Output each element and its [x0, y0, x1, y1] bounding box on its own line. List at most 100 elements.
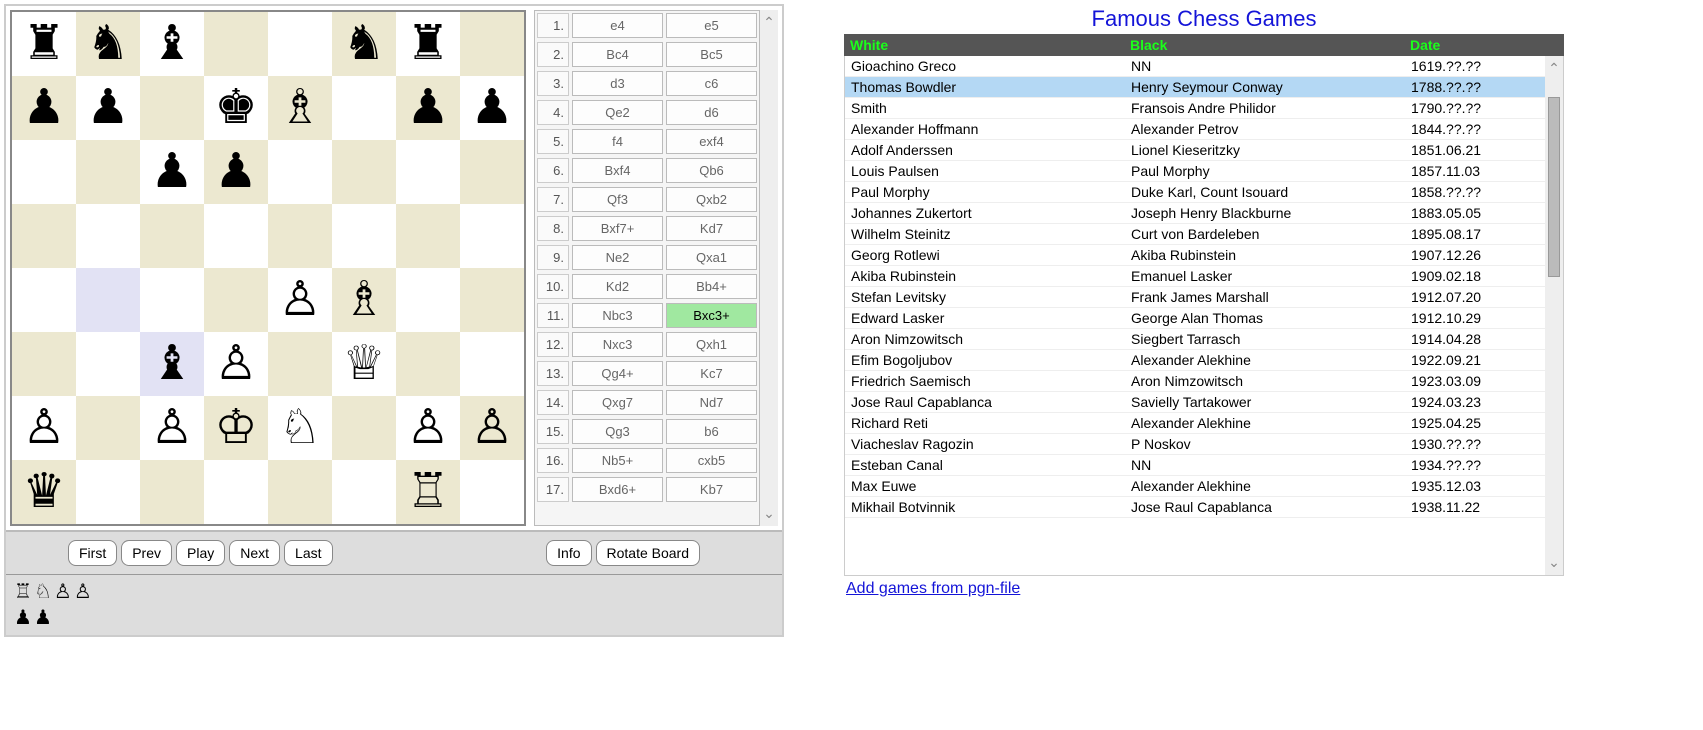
- square-0-6[interactable]: ♜: [396, 12, 460, 76]
- move-white[interactable]: e4: [572, 13, 663, 38]
- square-6-4[interactable]: ♘: [268, 396, 332, 460]
- scroll-down-icon[interactable]: ⌄: [1548, 554, 1560, 571]
- square-7-0[interactable]: ♛: [12, 460, 76, 524]
- square-4-4[interactable]: ♙: [268, 268, 332, 332]
- scroll-thumb[interactable]: [1548, 97, 1560, 277]
- square-3-0[interactable]: [12, 204, 76, 268]
- chess-board[interactable]: ♜♞♝♞♜♟♟♚♗♟♟♟♟♙♗♝♙♕♙♙♔♘♙♙♛♖: [10, 10, 526, 526]
- move-black[interactable]: Kc7: [666, 361, 757, 386]
- square-3-2[interactable]: [140, 204, 204, 268]
- move-black[interactable]: Kd7: [666, 216, 757, 241]
- game-row[interactable]: Akiba RubinsteinEmanuel Lasker1909.02.18: [845, 266, 1545, 287]
- square-7-1[interactable]: [76, 460, 140, 524]
- square-3-4[interactable]: [268, 204, 332, 268]
- square-1-4[interactable]: ♗: [268, 76, 332, 140]
- move-black[interactable]: Kb7: [666, 477, 757, 502]
- square-1-6[interactable]: ♟: [396, 76, 460, 140]
- game-row[interactable]: Esteban CanalNN1934.??.??: [845, 455, 1545, 476]
- square-4-2[interactable]: [140, 268, 204, 332]
- square-6-3[interactable]: ♔: [204, 396, 268, 460]
- move-white[interactable]: Bxd6+: [572, 477, 663, 502]
- move-white[interactable]: Nxc3: [572, 332, 663, 357]
- square-1-3[interactable]: ♚: [204, 76, 268, 140]
- square-6-0[interactable]: ♙: [12, 396, 76, 460]
- square-5-6[interactable]: [396, 332, 460, 396]
- square-7-2[interactable]: [140, 460, 204, 524]
- move-white[interactable]: Bxf4: [572, 158, 663, 183]
- square-4-6[interactable]: [396, 268, 460, 332]
- move-black[interactable]: c6: [666, 71, 757, 96]
- square-0-4[interactable]: [268, 12, 332, 76]
- square-7-3[interactable]: [204, 460, 268, 524]
- square-0-3[interactable]: [204, 12, 268, 76]
- square-5-1[interactable]: [76, 332, 140, 396]
- game-row[interactable]: Friedrich SaemischAron Nimzowitsch1923.0…: [845, 371, 1545, 392]
- move-black[interactable]: Qb6: [666, 158, 757, 183]
- info-button[interactable]: Info: [546, 540, 591, 566]
- square-5-3[interactable]: ♙: [204, 332, 268, 396]
- square-5-4[interactable]: [268, 332, 332, 396]
- move-white[interactable]: Qg3: [572, 419, 663, 444]
- game-row[interactable]: Georg RotlewiAkiba Rubinstein1907.12.26: [845, 245, 1545, 266]
- square-5-5[interactable]: ♕: [332, 332, 396, 396]
- move-white[interactable]: Bxf7+: [572, 216, 663, 241]
- prev-button[interactable]: Prev: [121, 540, 172, 566]
- square-7-7[interactable]: [460, 460, 524, 524]
- square-7-4[interactable]: [268, 460, 332, 524]
- square-3-7[interactable]: [460, 204, 524, 268]
- move-black[interactable]: b6: [666, 419, 757, 444]
- game-row[interactable]: Gioachino GrecoNN1619.??.??: [845, 56, 1545, 77]
- game-row[interactable]: Johannes ZukertortJoseph Henry Blackburn…: [845, 203, 1545, 224]
- game-row[interactable]: Efim BogoljubovAlexander Alekhine1922.09…: [845, 350, 1545, 371]
- square-2-2[interactable]: ♟: [140, 140, 204, 204]
- move-white[interactable]: Qe2: [572, 100, 663, 125]
- play-button[interactable]: Play: [176, 540, 225, 566]
- square-1-7[interactable]: ♟: [460, 76, 524, 140]
- game-row[interactable]: Edward LaskerGeorge Alan Thomas1912.10.2…: [845, 308, 1545, 329]
- square-0-7[interactable]: [460, 12, 524, 76]
- move-black[interactable]: Bc5: [666, 42, 757, 67]
- square-0-5[interactable]: ♞: [332, 12, 396, 76]
- scroll-up-icon[interactable]: ⌃: [763, 14, 775, 31]
- square-6-7[interactable]: ♙: [460, 396, 524, 460]
- game-row[interactable]: Aron NimzowitschSiegbert Tarrasch1914.04…: [845, 329, 1545, 350]
- scroll-up-icon[interactable]: ⌃: [1548, 60, 1560, 77]
- square-1-2[interactable]: [140, 76, 204, 140]
- move-white[interactable]: Nbc3: [572, 303, 663, 328]
- move-black[interactable]: Qxb2: [666, 187, 757, 212]
- square-3-1[interactable]: [76, 204, 140, 268]
- square-1-5[interactable]: [332, 76, 396, 140]
- square-3-3[interactable]: [204, 204, 268, 268]
- move-white[interactable]: Nb5+: [572, 448, 663, 473]
- move-scrollbar[interactable]: ⌃ ⌄: [760, 10, 778, 526]
- game-row[interactable]: Richard RetiAlexander Alekhine1925.04.25: [845, 413, 1545, 434]
- square-2-3[interactable]: ♟: [204, 140, 268, 204]
- square-6-5[interactable]: [332, 396, 396, 460]
- first-button[interactable]: First: [68, 540, 117, 566]
- games-scrollbar[interactable]: ⌃ ⌄: [1545, 56, 1563, 575]
- square-4-3[interactable]: [204, 268, 268, 332]
- square-2-0[interactable]: [12, 140, 76, 204]
- square-6-1[interactable]: [76, 396, 140, 460]
- move-black[interactable]: Bb4+: [666, 274, 757, 299]
- move-black[interactable]: cxb5: [666, 448, 757, 473]
- game-row[interactable]: Alexander HoffmannAlexander Petrov1844.?…: [845, 119, 1545, 140]
- square-4-7[interactable]: [460, 268, 524, 332]
- square-2-1[interactable]: [76, 140, 140, 204]
- move-black[interactable]: exf4: [666, 129, 757, 154]
- game-row[interactable]: Louis PaulsenPaul Morphy1857.11.03: [845, 161, 1545, 182]
- square-4-5[interactable]: ♗: [332, 268, 396, 332]
- square-2-6[interactable]: [396, 140, 460, 204]
- square-1-1[interactable]: ♟: [76, 76, 140, 140]
- square-5-0[interactable]: [12, 332, 76, 396]
- game-row[interactable]: Stefan LevitskyFrank James Marshall1912.…: [845, 287, 1545, 308]
- move-white[interactable]: Ne2: [572, 245, 663, 270]
- add-games-link[interactable]: Add games from pgn-file: [844, 576, 1022, 602]
- square-3-5[interactable]: [332, 204, 396, 268]
- game-row[interactable]: Paul MorphyDuke Karl, Count Isouard1858.…: [845, 182, 1545, 203]
- move-white[interactable]: Qxg7: [572, 390, 663, 415]
- square-5-2[interactable]: ♝: [140, 332, 204, 396]
- move-white[interactable]: Bc4: [572, 42, 663, 67]
- square-1-0[interactable]: ♟: [12, 76, 76, 140]
- game-row[interactable]: Mikhail BotvinnikJose Raul Capablanca193…: [845, 497, 1545, 518]
